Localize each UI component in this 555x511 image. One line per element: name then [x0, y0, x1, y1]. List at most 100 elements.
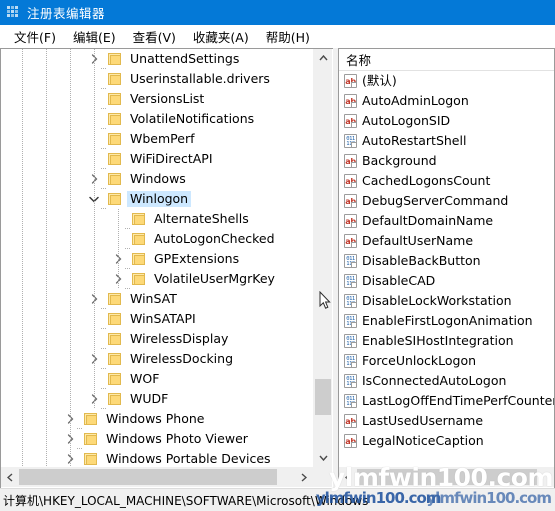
dword-value-icon: 011 110: [344, 394, 357, 408]
value-row[interactable]: ab DebugServerCommand: [339, 191, 554, 211]
value-row[interactable]: 011 110 EnableSIHostIntegration: [339, 331, 554, 351]
value-name-label: LegalNoticeCaption: [362, 433, 484, 448]
window-title: 注册表编辑器: [27, 6, 106, 21]
folder-icon: [108, 353, 122, 365]
chevron-right-icon[interactable]: [87, 394, 101, 404]
string-value-icon: ab: [344, 234, 357, 248]
tree-vertical-scrollbar[interactable]: [312, 49, 332, 467]
menu-bar: 文件(F) 编辑(E) 查看(V) 收藏夹(A) 帮助(H): [0, 25, 555, 48]
dword-value-icon: 011 110: [344, 334, 357, 348]
value-name-label: ForceUnlockLogon: [362, 353, 477, 368]
chevron-down-icon[interactable]: [87, 196, 101, 203]
tree-item-autologonchecked[interactable]: AutoLogonChecked: [1, 229, 313, 249]
value-name-label: CachedLogonsCount: [362, 173, 491, 188]
value-row[interactable]: ab DefaultUserName: [339, 231, 554, 251]
chevron-right-icon[interactable]: [87, 354, 101, 364]
value-row[interactable]: 011 110 DisableBackButton: [339, 251, 554, 271]
tree-item-volatilenotifications[interactable]: VolatileNotifications: [1, 109, 313, 129]
dword-value-icon: 011 110: [344, 274, 357, 288]
value-name-label: DisableCAD: [362, 273, 436, 288]
value-row[interactable]: 011 110 LastLogOffEndTimePerfCounter: [339, 391, 554, 411]
tree-item-versionslist[interactable]: VersionsList: [1, 89, 313, 109]
value-row[interactable]: 011 110 ForceUnlockLogon: [339, 351, 554, 371]
value-row[interactable]: ab Background: [339, 151, 554, 171]
chevron-right-icon[interactable]: [63, 434, 77, 444]
chevron-right-icon[interactable]: [87, 294, 101, 304]
menu-file[interactable]: 文件(F): [6, 25, 65, 48]
folder-icon: [108, 193, 122, 205]
value-row[interactable]: 011 110 DisableCAD: [339, 271, 554, 291]
tree-scroll-down-arrow[interactable]: [313, 449, 333, 467]
tree-item-wirelessdisplay[interactable]: WirelessDisplay: [1, 329, 313, 349]
tree-item-windows-photo-viewer[interactable]: Windows Photo Viewer: [1, 429, 313, 449]
value-row[interactable]: ab DefaultDomainName: [339, 211, 554, 231]
folder-icon: [108, 333, 122, 345]
registry-values-list[interactable]: ab (默认) ab AutoAdminLogon ab AutoLogonSID 011 1…: [339, 71, 554, 465]
tree-item-winlogon[interactable]: Winlogon: [1, 189, 313, 209]
tree-item-winsatapi[interactable]: WinSATAPI: [1, 309, 313, 329]
value-row[interactable]: 011 110 IsConnectedAutoLogon: [339, 371, 554, 391]
tree-item-label: VolatileNotifications: [130, 111, 255, 126]
tree-item-label: Userinstallable.drivers: [130, 71, 270, 86]
tree-item-unattendsettings[interactable]: UnattendSettings: [1, 49, 313, 69]
chevron-right-icon[interactable]: [63, 454, 77, 464]
folder-icon: [84, 413, 98, 425]
chevron-right-icon[interactable]: [87, 174, 101, 184]
tree-item-windows-portable-devices[interactable]: Windows Portable Devices: [1, 449, 313, 467]
tree-item-userinstallable-drivers[interactable]: Userinstallable.drivers: [1, 69, 313, 89]
tree-scroll-left-arrow[interactable]: [1, 468, 19, 486]
tree-scroll-right-arrow[interactable]: [295, 468, 313, 486]
menu-edit[interactable]: 编辑(E): [65, 25, 125, 48]
tree-item-volatileusermgrkey[interactable]: VolatileUserMgrKey: [1, 269, 313, 289]
tree-vertical-scroll-thumb[interactable]: [315, 379, 331, 415]
tree-item-winsat[interactable]: WinSAT: [1, 289, 313, 309]
tree-item-wudf[interactable]: WUDF: [1, 389, 313, 409]
tree-item-wirelessdocking[interactable]: WirelessDocking: [1, 349, 313, 369]
menu-view[interactable]: 查看(V): [125, 25, 185, 48]
value-name-label: Background: [362, 153, 437, 168]
value-row[interactable]: ab CachedLogonsCount: [339, 171, 554, 191]
value-row[interactable]: ab (默认): [339, 71, 554, 91]
folder-icon: [108, 313, 122, 325]
tree-item-wifidirectapi[interactable]: WiFiDirectAPI: [1, 149, 313, 169]
tree-item-label: Windows Phone: [106, 411, 205, 426]
menu-help[interactable]: 帮助(H): [258, 25, 319, 48]
values-horizontal-scrollbar[interactable]: [339, 467, 554, 487]
registry-tree[interactable]: UnattendSettings Userinstallable.drivers V…: [1, 49, 313, 467]
value-row[interactable]: 011 110 AutoRestartShell: [339, 131, 554, 151]
value-row[interactable]: ab AutoLogonSID: [339, 111, 554, 131]
tree-item-label: GPExtensions: [154, 251, 240, 266]
tree-scroll-corner: [312, 467, 332, 487]
tree-item-windows[interactable]: Windows: [1, 169, 313, 189]
tree-item-wbemperf[interactable]: WbemPerf: [1, 129, 313, 149]
chevron-right-icon[interactable]: [111, 274, 125, 284]
tree-item-label: WirelessDocking: [130, 351, 234, 366]
values-horizontal-scroll-thumb[interactable]: [357, 469, 537, 485]
tree-item-label: WOF: [130, 371, 160, 386]
folder-icon: [108, 73, 122, 85]
chevron-right-icon[interactable]: [111, 254, 125, 264]
folder-icon: [108, 373, 122, 385]
value-row[interactable]: 011 110 DisableLockWorkstation: [339, 291, 554, 311]
values-scroll-left-arrow[interactable]: [339, 468, 357, 486]
tree-horizontal-scrollbar[interactable]: [1, 467, 313, 487]
string-value-icon: ab: [344, 174, 357, 188]
dword-value-icon: 011 110: [344, 374, 357, 388]
tree-item-gpextensions[interactable]: GPExtensions: [1, 249, 313, 269]
values-column-header[interactable]: 名称: [339, 49, 554, 71]
tree-item-wof[interactable]: WOF: [1, 369, 313, 389]
chevron-right-icon[interactable]: [87, 54, 101, 64]
tree-horizontal-scroll-thumb[interactable]: [19, 469, 277, 485]
chevron-right-icon[interactable]: [63, 414, 77, 424]
tree-item-windows-phone[interactable]: Windows Phone: [1, 409, 313, 429]
column-header-name[interactable]: 名称: [339, 50, 371, 69]
folder-icon: [108, 293, 122, 305]
value-row[interactable]: ab AutoAdminLogon: [339, 91, 554, 111]
string-value-icon: ab: [344, 434, 357, 448]
tree-scroll-up-arrow[interactable]: [313, 49, 333, 67]
tree-item-alternateshells[interactable]: AlternateShells: [1, 209, 313, 229]
menu-favorites[interactable]: 收藏夹(A): [185, 25, 258, 48]
value-row[interactable]: 011 110 EnableFirstLogonAnimation: [339, 311, 554, 331]
value-row[interactable]: ab LastUsedUsername: [339, 411, 554, 431]
value-row[interactable]: ab LegalNoticeCaption: [339, 431, 554, 451]
